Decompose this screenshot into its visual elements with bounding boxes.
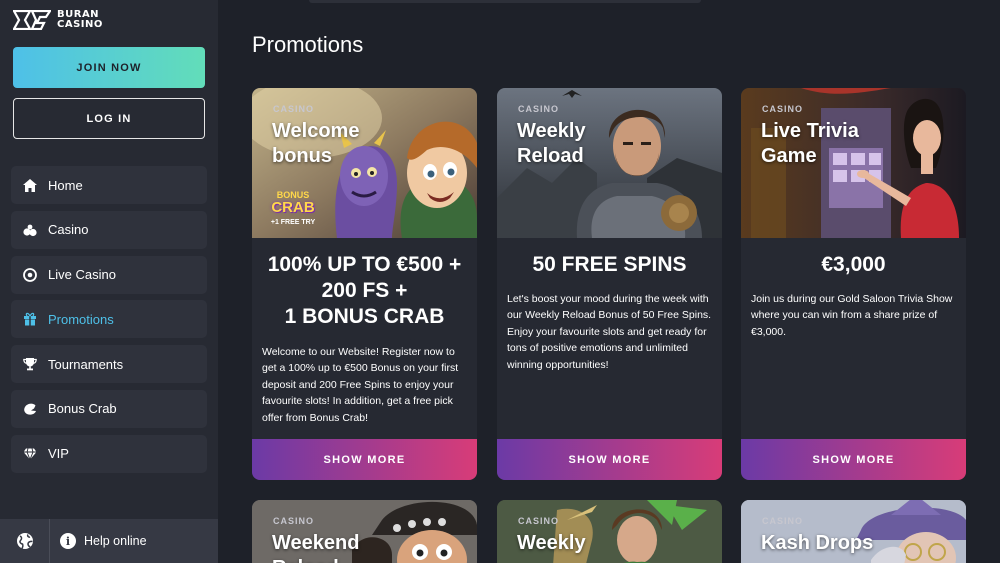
logo-mark-icon (13, 10, 51, 30)
promo-category: CASINO (762, 516, 804, 526)
promo-title: Weekly (517, 532, 586, 554)
sidebar-item-label: Tournaments (48, 356, 124, 372)
sidebar-item-label: Home (48, 177, 83, 193)
promo-card-kash-drops[interactable]: CASINO Kash Drops (741, 500, 966, 563)
sidebar-item-bonus-crab[interactable]: Bonus Crab (11, 389, 207, 428)
sidebar-item-label: Live Casino (48, 267, 116, 283)
badge-main-text: CRAB (271, 199, 315, 216)
gift-icon (22, 311, 38, 327)
promo-category: CASINO (762, 104, 804, 114)
help-online-button[interactable]: i Help online (50, 533, 147, 549)
promo-offer: €3,000 (741, 252, 966, 278)
sidebar-nav: Home Casino Live Casino Promotions Tourn… (11, 166, 207, 480)
sidebar-item-home[interactable]: Home (11, 166, 207, 204)
promo-category: CASINO (273, 516, 315, 526)
help-online-label: Help online (84, 534, 147, 548)
home-icon (22, 177, 38, 193)
globe-icon (16, 533, 33, 549)
log-in-button[interactable]: LOG IN (13, 98, 205, 139)
promo-offer-line: 100% UP TO €500 + (267, 253, 462, 276)
promo-card-weekly-2[interactable]: CASINO Weekly (497, 500, 722, 563)
sidebar-item-promotions[interactable]: Promotions (11, 300, 207, 339)
promo-title: Welcome bonus (272, 120, 360, 167)
promo-card-weekly-reload: CASINO Weekly Reload 50 FREE SPINS Let's… (497, 88, 722, 480)
casino-icon (22, 222, 38, 238)
info-icon: i (60, 533, 76, 549)
promo-title: Live Trivia Game (761, 120, 859, 167)
promo-offer-line: 200 FS + (321, 279, 408, 302)
brand-logo[interactable]: BURAN CASINO (13, 9, 103, 31)
language-selector[interactable] (0, 519, 50, 563)
sidebar-item-tournaments[interactable]: Tournaments (11, 345, 207, 384)
promo-offer-line: 1 BONUS CRAB (284, 305, 445, 328)
promo-card-live-trivia: CASINO Live Trivia Game €3,000 Join us d… (741, 88, 966, 480)
top-search-bar[interactable] (309, 0, 701, 3)
show-more-button[interactable]: SHOW MORE (741, 439, 966, 480)
sidebar: BURAN CASINO JOIN NOW LOG IN Home Casino… (0, 0, 218, 563)
sidebar-item-vip[interactable]: VIP (11, 434, 207, 473)
live-casino-icon (22, 267, 38, 283)
trophy-icon (22, 356, 38, 372)
promo-offer: 50 FREE SPINS (497, 252, 722, 278)
crab-icon (22, 401, 38, 417)
promo-offer: 100% UP TO €500 + 200 FS + 1 BONUS CRAB (252, 252, 477, 330)
promo-title: Weekend Reload (272, 532, 360, 563)
promo-category: CASINO (518, 104, 560, 114)
promo-title: Kash Drops (761, 532, 874, 554)
promo-category: CASINO (518, 516, 560, 526)
sidebar-footer: i Help online (0, 519, 218, 563)
sidebar-item-label: Promotions (48, 311, 114, 327)
promo-description: Let's boost your mood during the week wi… (507, 293, 712, 371)
promo-description: Join us during our Gold Saloon Trivia Sh… (751, 293, 953, 338)
promo-description: Welcome to our Website! Register now to … (262, 346, 459, 424)
promo-title: Weekly Reload (517, 120, 586, 167)
show-more-button[interactable]: SHOW MORE (497, 439, 722, 480)
page-title: Promotions (252, 32, 364, 57)
sidebar-item-label: VIP (48, 446, 69, 462)
sidebar-item-casino[interactable]: Casino (11, 210, 207, 249)
show-more-button[interactable]: SHOW MORE (252, 439, 477, 480)
sidebar-item-label: Bonus Crab (48, 401, 117, 417)
brand-line2: CASINO (57, 19, 103, 30)
promo-card-welcome-bonus: BONUS CRAB +1 FREE TRY CASINO Welcome bo… (252, 88, 477, 480)
promo-offer-line: €3,000 (821, 253, 886, 276)
promo-category: CASINO (273, 104, 315, 114)
promo-offer-line: 50 FREE SPINS (532, 253, 687, 276)
sidebar-item-label: Casino (48, 222, 89, 238)
promo-card-weekend-reload[interactable]: CASINO Weekend Reload (252, 500, 477, 563)
join-now-button[interactable]: JOIN NOW (13, 47, 205, 88)
sidebar-item-live-casino[interactable]: Live Casino (11, 255, 207, 294)
bonus-crab-badge: BONUS CRAB +1 FREE TRY (266, 190, 320, 228)
badge-sub-text: +1 FREE TRY (270, 219, 316, 226)
diamond-icon (22, 446, 38, 462)
